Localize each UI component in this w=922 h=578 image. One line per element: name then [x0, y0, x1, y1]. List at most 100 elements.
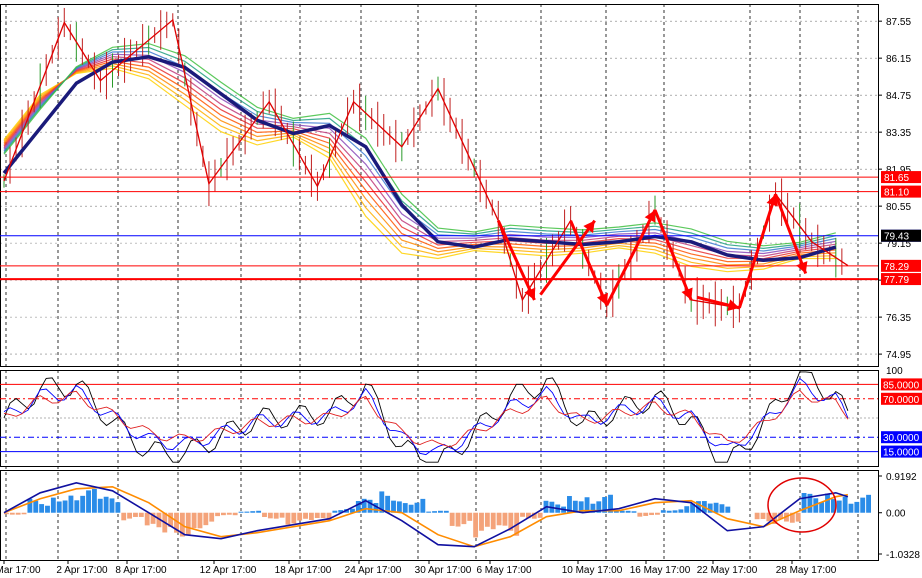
histogram-bar	[649, 512, 654, 516]
chart-background	[0, 0, 922, 578]
histogram-bar	[9, 512, 15, 515]
histogram-bar	[655, 512, 660, 515]
histogram-bar	[537, 512, 543, 518]
histogram-bar	[97, 498, 103, 513]
histogram-bar	[185, 512, 191, 536]
histogram-bar	[408, 504, 414, 513]
histogram-bar	[33, 500, 39, 513]
time-tick-label: 30 Apr 17:00	[415, 565, 472, 576]
histogram-bar	[279, 512, 285, 518]
histogram-bar	[332, 510, 338, 513]
histogram-bar	[256, 510, 262, 513]
macd-tick-label: 0.00	[886, 509, 906, 520]
histogram-bar	[760, 512, 766, 519]
histogram-bar	[127, 512, 133, 519]
histogram-bar	[625, 510, 631, 513]
histogram-bar	[291, 512, 297, 524]
histogram-bar	[80, 495, 86, 513]
histogram-bar	[637, 512, 643, 517]
histogram-bar	[285, 512, 291, 525]
osc-level-label: 85.0000	[883, 380, 920, 391]
time-tick-label: 24 Apr 17:00	[345, 565, 402, 576]
histogram-bar	[842, 496, 848, 513]
time-tick-label: 18 Apr 17:00	[275, 565, 332, 576]
current-price-label: 79.43	[884, 232, 909, 243]
histogram-bar	[490, 512, 496, 530]
histogram-bar	[320, 512, 326, 519]
histogram-bar	[414, 502, 420, 513]
histogram-bar	[21, 512, 27, 515]
histogram-bar	[68, 495, 74, 513]
time-tick-label: 12 Apr 17:00	[200, 565, 257, 576]
histogram-bar	[238, 511, 244, 513]
time-tick-label: 6 May 17:00	[476, 565, 531, 576]
price-tick-label: 80.55	[886, 202, 911, 213]
histogram-bar	[443, 510, 449, 513]
histogram-bar	[725, 506, 731, 513]
histogram-bar	[631, 511, 637, 513]
histogram-bar	[15, 512, 21, 515]
macd-tick-label: -1.0328	[886, 550, 920, 561]
histogram-bar	[221, 512, 226, 516]
histogram-bar	[50, 497, 56, 513]
histogram-bar	[103, 496, 109, 513]
price-tick-label: 83.35	[886, 128, 911, 139]
time-tick-label: 22 May 17:00	[697, 565, 758, 576]
histogram-bar	[56, 501, 62, 513]
histogram-bar	[520, 512, 525, 517]
osc-level-label: 30.0000	[883, 433, 920, 444]
histogram-bar	[672, 510, 678, 513]
price-tick-label: 87.55	[886, 17, 911, 28]
macd-tick-label: 0.9192	[886, 472, 917, 483]
osc-level-label: 70.0000	[883, 395, 920, 406]
histogram-bar	[660, 510, 666, 513]
histogram-bar	[860, 497, 866, 513]
histogram-bar	[479, 512, 484, 531]
histogram-bar	[303, 512, 308, 519]
histogram-bar	[203, 512, 209, 526]
histogram-bar	[854, 501, 860, 513]
trading-chart[interactable]: 87.5586.1584.7583.3581.9580.5579.1577.75…	[0, 0, 922, 578]
histogram-bar	[267, 512, 273, 519]
histogram-bar	[467, 512, 473, 521]
level-tag-label: 77.79	[884, 275, 909, 286]
histogram-bar	[795, 512, 801, 522]
level-tag-label: 78.29	[884, 262, 909, 273]
histogram-bar	[273, 512, 279, 519]
histogram-bar	[819, 502, 825, 513]
histogram-bar	[396, 501, 402, 513]
histogram-bar	[74, 500, 80, 513]
level-tag-label: 81.10	[884, 188, 909, 199]
histogram-bar	[473, 512, 479, 538]
histogram-bar	[308, 512, 314, 520]
histogram-bar	[39, 504, 45, 513]
time-tick-label: 28 May 17:00	[776, 565, 837, 576]
histogram-bar	[215, 512, 220, 517]
histogram-bar	[666, 510, 672, 513]
histogram-bar	[643, 512, 649, 516]
time-tick-label: 16 May 17:00	[630, 565, 691, 576]
histogram-bar	[91, 488, 97, 513]
osc-tick-label: 100	[886, 366, 903, 377]
histogram-bar	[244, 511, 250, 513]
histogram-bar	[684, 506, 690, 513]
histogram-bar	[191, 512, 197, 529]
price-tick-label: 84.75	[886, 91, 911, 102]
histogram-bar	[115, 502, 121, 513]
histogram-bar	[455, 512, 461, 527]
histogram-bar	[121, 512, 127, 521]
histogram-bar	[825, 493, 830, 513]
histogram-bar	[27, 498, 33, 513]
histogram-bar	[719, 504, 725, 513]
histogram-bar	[109, 498, 115, 513]
histogram-bar	[496, 512, 502, 526]
histogram-bar	[314, 512, 320, 518]
price-tick-label: 76.35	[886, 313, 911, 324]
histogram-bar	[197, 512, 203, 529]
histogram-bar	[297, 512, 303, 521]
price-tick-label: 86.15	[886, 54, 911, 65]
histogram-bar	[502, 512, 508, 526]
histogram-bar	[754, 512, 760, 520]
histogram-bar	[402, 503, 408, 513]
level-tag-label: 81.65	[884, 173, 909, 184]
